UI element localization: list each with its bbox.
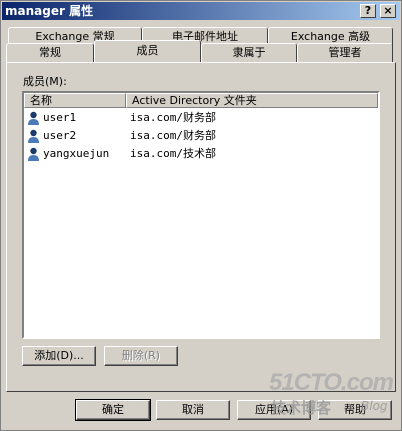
tab-members[interactable]: 成员 — [94, 40, 201, 62]
close-button[interactable]: × — [380, 4, 396, 18]
user-icon — [28, 111, 39, 125]
column-header-folder[interactable]: Active Directory 文件夹 — [126, 93, 378, 108]
member-name: yangxuejun — [43, 147, 110, 160]
ok-button[interactable]: 确定 — [75, 399, 151, 421]
apply-button[interactable]: 应用(A) — [237, 400, 311, 420]
remove-button[interactable]: 删除(R) — [104, 346, 178, 366]
tab-member-of[interactable]: 隶属于 — [201, 43, 297, 62]
help-footer-button[interactable]: 帮助 — [318, 400, 392, 420]
tab-general[interactable]: 常规 — [6, 43, 94, 62]
cancel-button[interactable]: 取消 — [156, 400, 230, 420]
title-bar: manager 属性 ? × — [2, 2, 400, 20]
window-title: manager 属性 — [5, 4, 94, 18]
user-icon — [28, 147, 39, 161]
members-list[interactable]: 名称 Active Directory 文件夹 user1 isa.com/财务… — [22, 91, 380, 339]
member-name: user1 — [43, 111, 77, 124]
column-header-name[interactable]: 名称 — [24, 93, 126, 108]
member-folder: isa.com/财务部 — [130, 129, 216, 142]
tab-managed-by[interactable]: 管理者 — [297, 43, 393, 62]
member-name: user2 — [43, 129, 77, 142]
add-button[interactable]: 添加(D)... — [22, 346, 96, 366]
member-folder: isa.com/财务部 — [130, 111, 216, 124]
help-button[interactable]: ? — [360, 4, 376, 18]
members-label: 成员(M): — [23, 75, 67, 88]
member-folder: isa.com/技术部 — [130, 147, 216, 160]
user-icon — [28, 129, 39, 143]
properties-dialog: manager 属性 ? × Exchange 常规 电子邮件地址 Exchan… — [0, 0, 402, 431]
